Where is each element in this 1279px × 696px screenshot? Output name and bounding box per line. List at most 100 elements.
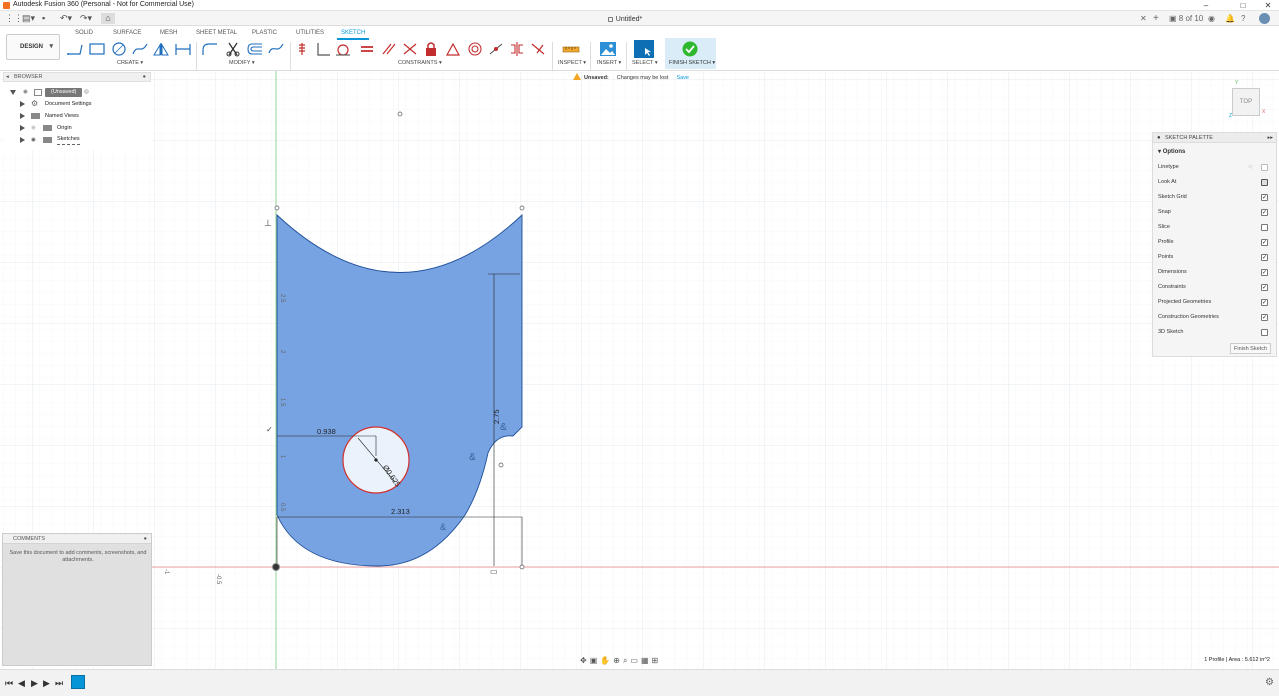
linetype-normal-icon[interactable]: ◁	[1248, 160, 1252, 175]
extensions-icon[interactable]: ◉	[1208, 13, 1215, 24]
horizontal-constraint-icon[interactable]: ▭	[490, 567, 498, 576]
expand-arrow-icon[interactable]	[10, 90, 16, 95]
save-icon[interactable]: ▪	[42, 13, 45, 24]
pin-icon[interactable]: ●	[144, 534, 147, 544]
browser-header[interactable]: ◂ BROWSER ●	[3, 72, 151, 82]
coincident-icon[interactable]	[294, 41, 312, 57]
sketch-point[interactable]	[519, 205, 525, 211]
horizontal-vertical-icon[interactable]	[487, 41, 505, 57]
parallel-icon[interactable]	[380, 41, 398, 57]
look-at-icon[interactable]: ▣	[590, 656, 601, 665]
checkbox[interactable]	[1261, 284, 1268, 291]
modify-menu[interactable]: MODIFY ▾	[229, 60, 255, 67]
sketch-point[interactable]	[397, 111, 403, 117]
new-tab-icon[interactable]: +	[1153, 13, 1159, 24]
constraint-glyph-icon[interactable]: ✓	[266, 425, 273, 434]
finish-sketch-button[interactable]: FINISH SKETCH ▾	[665, 38, 716, 69]
options-section-header[interactable]: ▾ Options	[1158, 148, 1185, 155]
offset-icon[interactable]	[246, 41, 264, 57]
redo-button[interactable]: ↷▾	[80, 13, 92, 24]
mirror-icon[interactable]	[152, 41, 170, 57]
workspace-switcher[interactable]: DESIGN	[6, 34, 60, 60]
tab-sketch[interactable]: SKETCH	[341, 29, 365, 38]
sketch-palette-header[interactable]: ● SKETCH PALETTE ▸▸	[1153, 133, 1276, 143]
checkbox[interactable]	[1261, 209, 1268, 216]
sketch-point[interactable]	[498, 462, 504, 468]
maximize-button[interactable]: □	[1233, 0, 1253, 11]
spline-icon[interactable]	[131, 41, 149, 57]
constraint-glyph-icon[interactable]: ⊥	[264, 218, 272, 228]
concentric-icon[interactable]	[466, 41, 484, 57]
tangent-constraint-icon[interactable]: &	[469, 452, 476, 463]
tangent-constraint-icon[interactable]: &	[500, 422, 507, 433]
checkbox[interactable]	[1261, 299, 1268, 306]
linetype-construction-icon[interactable]	[1261, 164, 1268, 171]
browser-item-sketches[interactable]: ◉ Sketches	[3, 134, 151, 146]
expand-palette-icon[interactable]: ▸▸	[1267, 133, 1273, 143]
tangent-icon[interactable]	[334, 41, 352, 57]
viewports-icon[interactable]: ⊞	[652, 656, 662, 665]
browser-item-origin[interactable]: ◉ Origin	[3, 122, 151, 134]
timeline-back-icon[interactable]: ◀	[18, 677, 25, 689]
insert-image-icon[interactable]	[599, 41, 617, 57]
tab-surface[interactable]: SURFACE	[113, 29, 141, 38]
line-icon[interactable]	[66, 41, 84, 57]
collinear-icon[interactable]	[401, 41, 419, 57]
expand-arrow-icon[interactable]	[20, 124, 25, 131]
undo-button[interactable]: ↶▾	[60, 13, 72, 24]
tab-plastic[interactable]: PLASTIC	[252, 29, 277, 38]
equal-icon[interactable]	[358, 41, 376, 57]
timeline-start-icon[interactable]: ⏮	[5, 677, 13, 689]
trim-icon[interactable]	[224, 41, 242, 57]
expand-arrow-icon[interactable]	[20, 100, 25, 107]
browser-item-named-views[interactable]: Named Views	[3, 110, 151, 122]
tangent-constraint-icon[interactable]: &	[440, 522, 446, 532]
constraints-menu[interactable]: CONSTRAINTS ▾	[398, 60, 442, 67]
grid-settings-icon[interactable]: ▦	[641, 656, 652, 665]
sketch-point[interactable]	[519, 564, 525, 570]
expand-arrow-icon[interactable]	[20, 136, 25, 143]
timeline-settings-gear-icon[interactable]: ⚙	[1265, 677, 1274, 688]
avatar[interactable]	[1259, 13, 1270, 24]
notifications-icon[interactable]: 🔔	[1225, 13, 1235, 24]
sketch-point[interactable]	[274, 205, 280, 211]
checkbox[interactable]	[1261, 224, 1268, 231]
help-icon[interactable]: ?	[1241, 13, 1245, 24]
fillet-icon[interactable]	[201, 41, 219, 57]
origin-point[interactable]	[272, 563, 280, 571]
tab-solid[interactable]: SOLID	[75, 29, 93, 38]
palette-option-projected-geometries[interactable]: Projected Geometries	[1158, 295, 1274, 310]
minimize-button[interactable]: –	[1196, 0, 1216, 11]
browser-root-item[interactable]: ◉ (Unsaved) ◎	[3, 86, 151, 98]
insert-menu[interactable]: INSERT ▾	[597, 60, 621, 67]
palette-option-points[interactable]: Points	[1158, 250, 1274, 265]
palette-option-construction-geometries[interactable]: Construction Geometries	[1158, 310, 1274, 325]
modify-spline-icon[interactable]	[267, 41, 285, 57]
eye-hidden-icon[interactable]: ◉	[31, 122, 36, 134]
tab-utilities[interactable]: UTILITIES	[296, 29, 324, 38]
palette-option-dimensions[interactable]: Dimensions	[1158, 265, 1274, 280]
look-at-icon[interactable]	[1261, 179, 1268, 186]
sketch-canvas[interactable]: 0.938 Ø0.625 2.75 2.313 2.5 2 1.5 1 0.5 …	[0, 71, 1279, 669]
dim-width-label[interactable]: 0.938	[317, 427, 336, 436]
checkbox[interactable]	[1261, 329, 1268, 336]
document-tab[interactable]: Untitled*	[570, 13, 680, 26]
comments-header[interactable]: COMMENTS ●	[3, 534, 151, 544]
inspect-menu[interactable]: INSPECT ▾	[558, 60, 586, 67]
checkbox[interactable]	[1261, 239, 1268, 246]
grid-menu-icon[interactable]: ⋮⋮	[5, 13, 23, 24]
circle-icon[interactable]	[110, 41, 128, 57]
palette-option-look-at[interactable]: Look At	[1158, 175, 1274, 190]
dimension-icon[interactable]	[174, 41, 192, 57]
select-icon[interactable]	[634, 40, 654, 58]
timeline-end-icon[interactable]: ⏭	[55, 677, 63, 689]
select-menu[interactable]: SELECT ▾	[632, 60, 658, 67]
eye-icon[interactable]: ◉	[31, 134, 36, 146]
rectangle-icon[interactable]	[88, 41, 106, 57]
eye-icon[interactable]: ◉	[23, 86, 28, 98]
palette-option-constraints[interactable]: Constraints	[1158, 280, 1274, 295]
symmetry-icon[interactable]	[508, 41, 526, 57]
palette-option-profile[interactable]: Profile	[1158, 235, 1274, 250]
display-settings-icon[interactable]: ▭	[630, 656, 641, 665]
file-menu-button[interactable]: ▤▾	[22, 13, 35, 24]
